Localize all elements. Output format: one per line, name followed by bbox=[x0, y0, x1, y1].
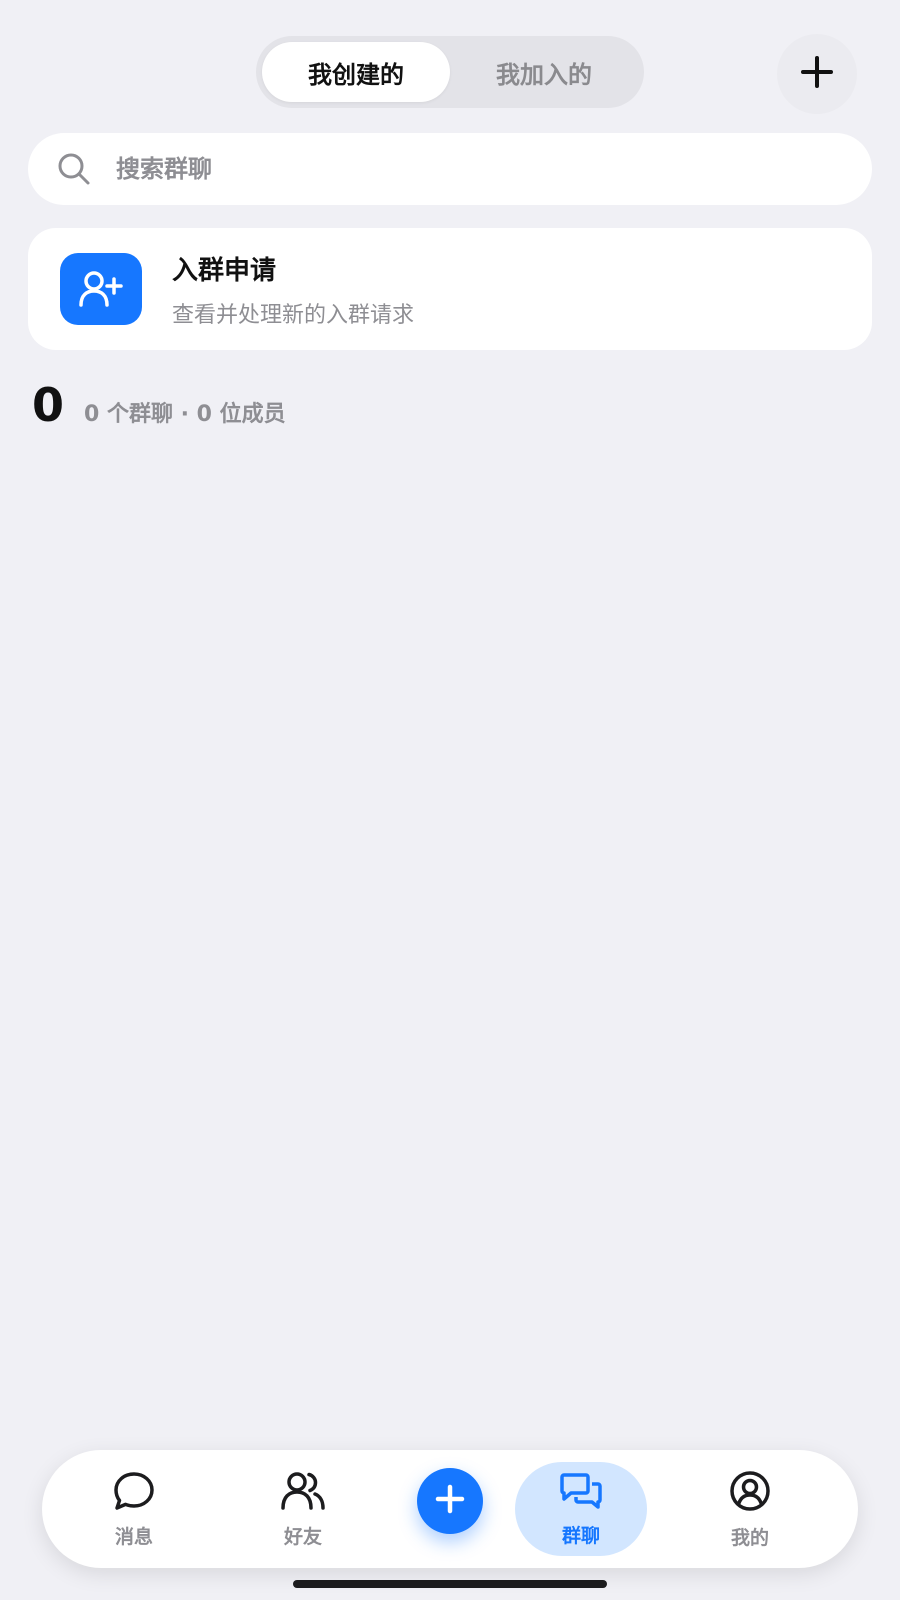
join-request-subtitle: 查看并处理新的入群请求 bbox=[172, 302, 415, 328]
plus-icon bbox=[799, 54, 835, 94]
add-button[interactable] bbox=[777, 34, 857, 114]
bottom-tab-bar: 消息 好友 群聊 我的 bbox=[42, 1450, 858, 1568]
join-request-card[interactable]: 入群申请 查看并处理新的入群请求 bbox=[28, 228, 872, 350]
tab-groups-label: 群聊 bbox=[561, 1524, 600, 1547]
plus-icon bbox=[434, 1483, 466, 1519]
tab-me[interactable]: 我的 bbox=[680, 1450, 820, 1568]
users-icon bbox=[280, 1470, 326, 1516]
chat-bubble-icon bbox=[112, 1470, 156, 1516]
tab-messages-label: 消息 bbox=[114, 1525, 153, 1548]
tab-joined[interactable]: 我加入的 bbox=[450, 42, 638, 102]
user-circle-icon bbox=[728, 1469, 772, 1517]
tab-friends[interactable]: 好友 bbox=[233, 1450, 373, 1568]
group-summary-text: 0 个群聊 · 0 位成员 bbox=[84, 402, 286, 427]
create-fab-button[interactable] bbox=[417, 1468, 483, 1534]
group-count: 0 bbox=[32, 378, 65, 432]
group-chats-screen: 我创建的 我加入的 入群申请 查看并处理新的入群请求 bbox=[0, 0, 900, 1600]
group-summary: 0 0 个群聊 · 0 位成员 bbox=[32, 378, 286, 432]
tab-me-label: 我的 bbox=[730, 1526, 769, 1549]
search-input[interactable] bbox=[116, 155, 872, 183]
tab-created[interactable]: 我创建的 bbox=[262, 42, 450, 102]
tab-groups[interactable]: 群聊 bbox=[515, 1462, 647, 1556]
home-indicator bbox=[293, 1580, 607, 1588]
join-request-text: 入群申请 查看并处理新的入群请求 bbox=[172, 250, 414, 329]
group-chat-icon bbox=[558, 1471, 604, 1515]
search-bar[interactable] bbox=[28, 133, 872, 205]
tab-friends-label: 好友 bbox=[283, 1525, 322, 1548]
user-add-icon bbox=[60, 253, 142, 325]
group-filter-segmented-control: 我创建的 我加入的 bbox=[256, 36, 644, 108]
tab-messages[interactable]: 消息 bbox=[64, 1450, 204, 1568]
join-request-title: 入群申请 bbox=[172, 255, 277, 286]
search-icon bbox=[56, 151, 92, 187]
